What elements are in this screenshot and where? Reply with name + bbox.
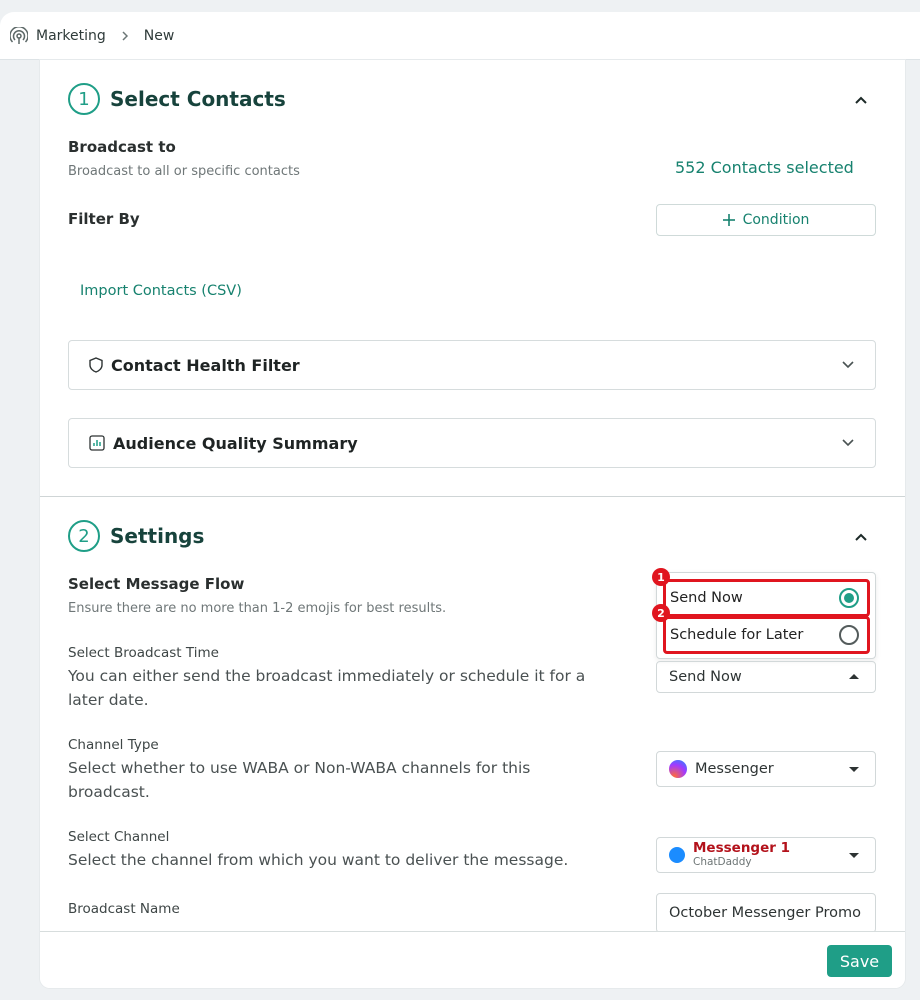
form-footer: Save: [40, 931, 905, 988]
select-channel-label: Select Channel: [68, 829, 170, 845]
broadcast-name-label: Broadcast Name: [68, 901, 180, 917]
filter-by-label: Filter By: [68, 210, 140, 228]
broadcast-name-value: October Messenger Promo: [669, 905, 861, 921]
messenger-icon: [669, 760, 687, 778]
breadcrumb-marketing[interactable]: Marketing: [36, 28, 106, 44]
highlight-box-schedule-later: [663, 616, 870, 654]
step-number: 2: [68, 520, 100, 552]
broadcast-to-description: Broadcast to all or specific contacts: [68, 164, 300, 179]
contact-health-filter-title: Contact Health Filter: [111, 355, 300, 375]
broadcast-time-value: Send Now: [669, 669, 742, 685]
annotation-badge-1: 1: [652, 568, 670, 586]
broadcast-time-description: You can either send the broadcast immedi…: [68, 664, 585, 712]
channel-type-description-line-2: broadcast.: [68, 783, 150, 801]
annotation-badge-2: 2: [652, 604, 670, 622]
broadcast-to-label: Broadcast to: [68, 138, 176, 156]
broadcast-time-description-line-2: later date.: [68, 691, 149, 709]
messenger-icon: [669, 847, 685, 863]
select-channel-description: Select the channel from which you want t…: [68, 851, 569, 869]
section-title: Settings: [110, 524, 205, 548]
dropdown-arrow-icon: [849, 674, 859, 679]
section-title: Select Contacts: [110, 87, 286, 111]
breadcrumb-current: New: [143, 28, 175, 44]
add-condition-button[interactable]: Condition: [656, 204, 876, 236]
plus-icon: [722, 214, 735, 226]
channel-type-label: Channel Type: [68, 737, 159, 753]
audience-quality-summary-accordion[interactable]: Audience Quality Summary: [68, 418, 876, 468]
contacts-selected-count[interactable]: 552 Contacts selected: [675, 158, 854, 177]
breadcrumb: Marketing New: [10, 27, 174, 45]
import-contacts-link[interactable]: Import Contacts (CSV): [80, 283, 242, 299]
message-flow-label: Select Message Flow: [68, 575, 245, 593]
chevron-down-icon: [842, 361, 854, 369]
dropdown-arrow-icon: [849, 767, 859, 772]
audience-quality-summary-title: Audience Quality Summary: [113, 433, 358, 453]
section-settings-header[interactable]: 2 Settings: [68, 520, 204, 552]
message-flow-description: Ensure there are no more than 1-2 emojis…: [68, 601, 447, 616]
channel-select-text: Messenger 1 ChatDaddy: [693, 841, 790, 869]
chevron-down-icon: [842, 439, 854, 447]
broadcast-icon: [10, 27, 28, 44]
shield-icon: [89, 357, 103, 373]
step-number: 1: [68, 83, 100, 115]
channel-type-value: Messenger: [695, 761, 774, 777]
contact-health-filter-accordion[interactable]: Contact Health Filter: [68, 340, 876, 390]
broadcast-name-input[interactable]: October Messenger Promo: [656, 893, 876, 933]
broadcast-form-card: 1 Select Contacts Broadcast to Broadcast…: [40, 60, 905, 988]
save-button[interactable]: Save: [827, 945, 892, 977]
broadcast-time-label: Select Broadcast Time: [68, 645, 219, 661]
section-divider: [40, 496, 905, 497]
broadcast-time-description-line-1: You can either send the broadcast immedi…: [68, 667, 586, 685]
channel-sub-label: ChatDaddy: [693, 856, 752, 868]
section-select-contacts-header[interactable]: 1 Select Contacts: [68, 83, 286, 115]
chart-icon: [89, 435, 105, 451]
broadcast-time-select[interactable]: Send Now: [656, 661, 876, 693]
channel-type-description: Select whether to use WABA or Non-WABA c…: [68, 756, 530, 804]
dropdown-arrow-icon: [849, 853, 859, 858]
condition-button-label: Condition: [742, 212, 810, 228]
chevron-up-icon[interactable]: [853, 532, 869, 542]
channel-select[interactable]: Messenger 1 ChatDaddy: [656, 837, 876, 873]
chevron-up-icon[interactable]: [853, 95, 869, 105]
channel-name: Messenger 1: [693, 840, 790, 856]
top-bar: Marketing New: [0, 12, 920, 60]
channel-type-select[interactable]: Messenger: [656, 751, 876, 787]
channel-type-description-line-1: Select whether to use WABA or Non-WABA c…: [68, 759, 531, 777]
chevron-right-icon: [122, 31, 128, 41]
highlight-box-send-now: [663, 579, 870, 617]
